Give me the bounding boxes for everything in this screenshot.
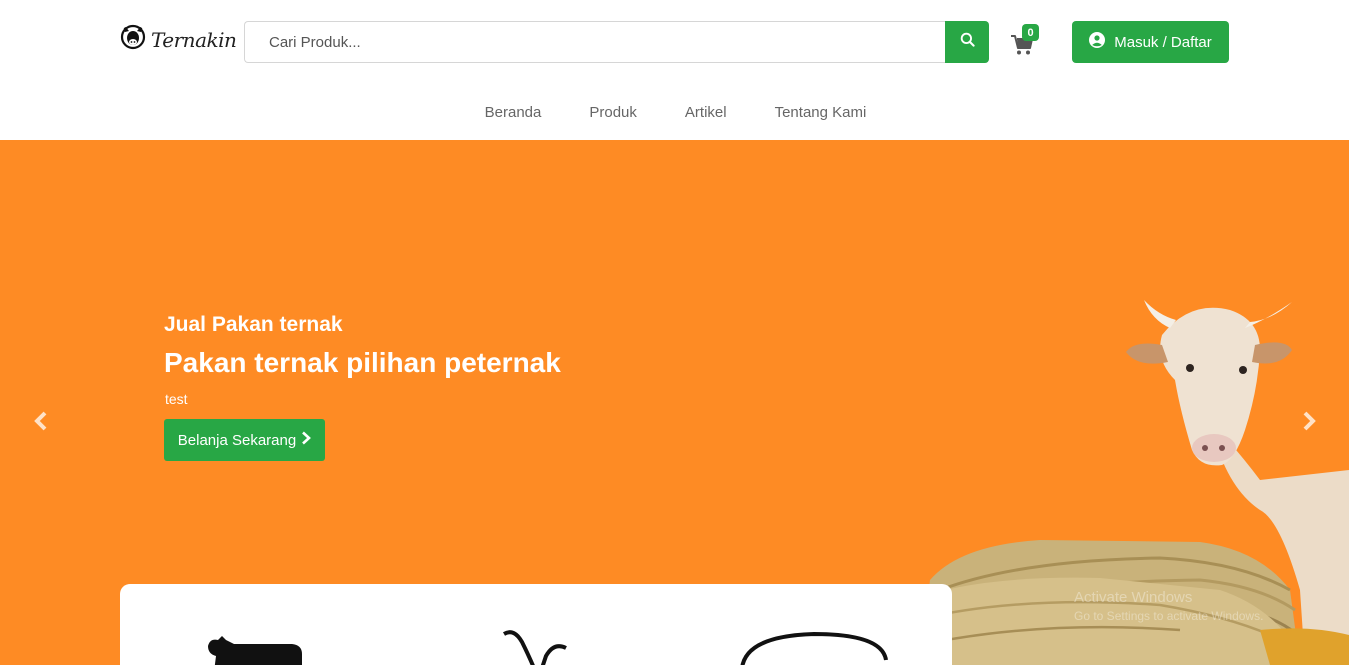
shop-now-label: Belanja Sekarang: [177, 431, 297, 449]
cow-logo-icon: [120, 24, 148, 55]
search-icon: [960, 32, 975, 52]
carousel-prev-icon: [28, 411, 54, 440]
cart-count-badge: 0: [1022, 24, 1039, 41]
goat-category-icon[interactable]: [500, 628, 570, 665]
hero-description: test: [165, 391, 188, 407]
watermark-line-1: Activate Windows: [1074, 589, 1193, 606]
watermark-line-2: Go to Settings to activate Windows.: [1074, 609, 1264, 623]
user-circle-icon: [1089, 32, 1106, 52]
hero-subtitle: Jual Pakan ternak: [164, 313, 343, 336]
search-input[interactable]: [244, 21, 945, 63]
carousel-prev-button[interactable]: [28, 406, 54, 436]
category-card: [120, 584, 952, 665]
main-nav: Beranda Produk Artikel Tentang Kami: [0, 100, 1351, 125]
site-header: Ternakin 0: [0, 0, 1351, 140]
cart-button[interactable]: 0: [1010, 24, 1044, 58]
login-register-button[interactable]: Masuk / Daftar: [1072, 21, 1229, 63]
chevron-right-icon: [301, 431, 312, 449]
login-register-label: Masuk / Daftar: [1114, 33, 1212, 51]
cow-category-icon[interactable]: [206, 632, 306, 665]
nav-item-beranda[interactable]: Beranda: [461, 100, 566, 125]
nav-item-produk[interactable]: Produk: [565, 100, 661, 125]
brand-name: Ternakin: [151, 27, 237, 52]
windows-activation-watermark: Activate Windows Go to Settings to activ…: [1074, 588, 1263, 626]
hero-title: Pakan ternak pilihan peternak: [164, 347, 561, 378]
search-button[interactable]: [945, 21, 989, 63]
search-bar: [244, 21, 989, 63]
chicken-category-icon[interactable]: [736, 630, 892, 665]
brand-logo[interactable]: Ternakin: [120, 24, 237, 55]
nav-item-artikel[interactable]: Artikel: [661, 100, 751, 125]
nav-item-tentang-kami[interactable]: Tentang Kami: [751, 100, 891, 125]
shop-now-button[interactable]: Belanja Sekarang: [164, 419, 325, 461]
